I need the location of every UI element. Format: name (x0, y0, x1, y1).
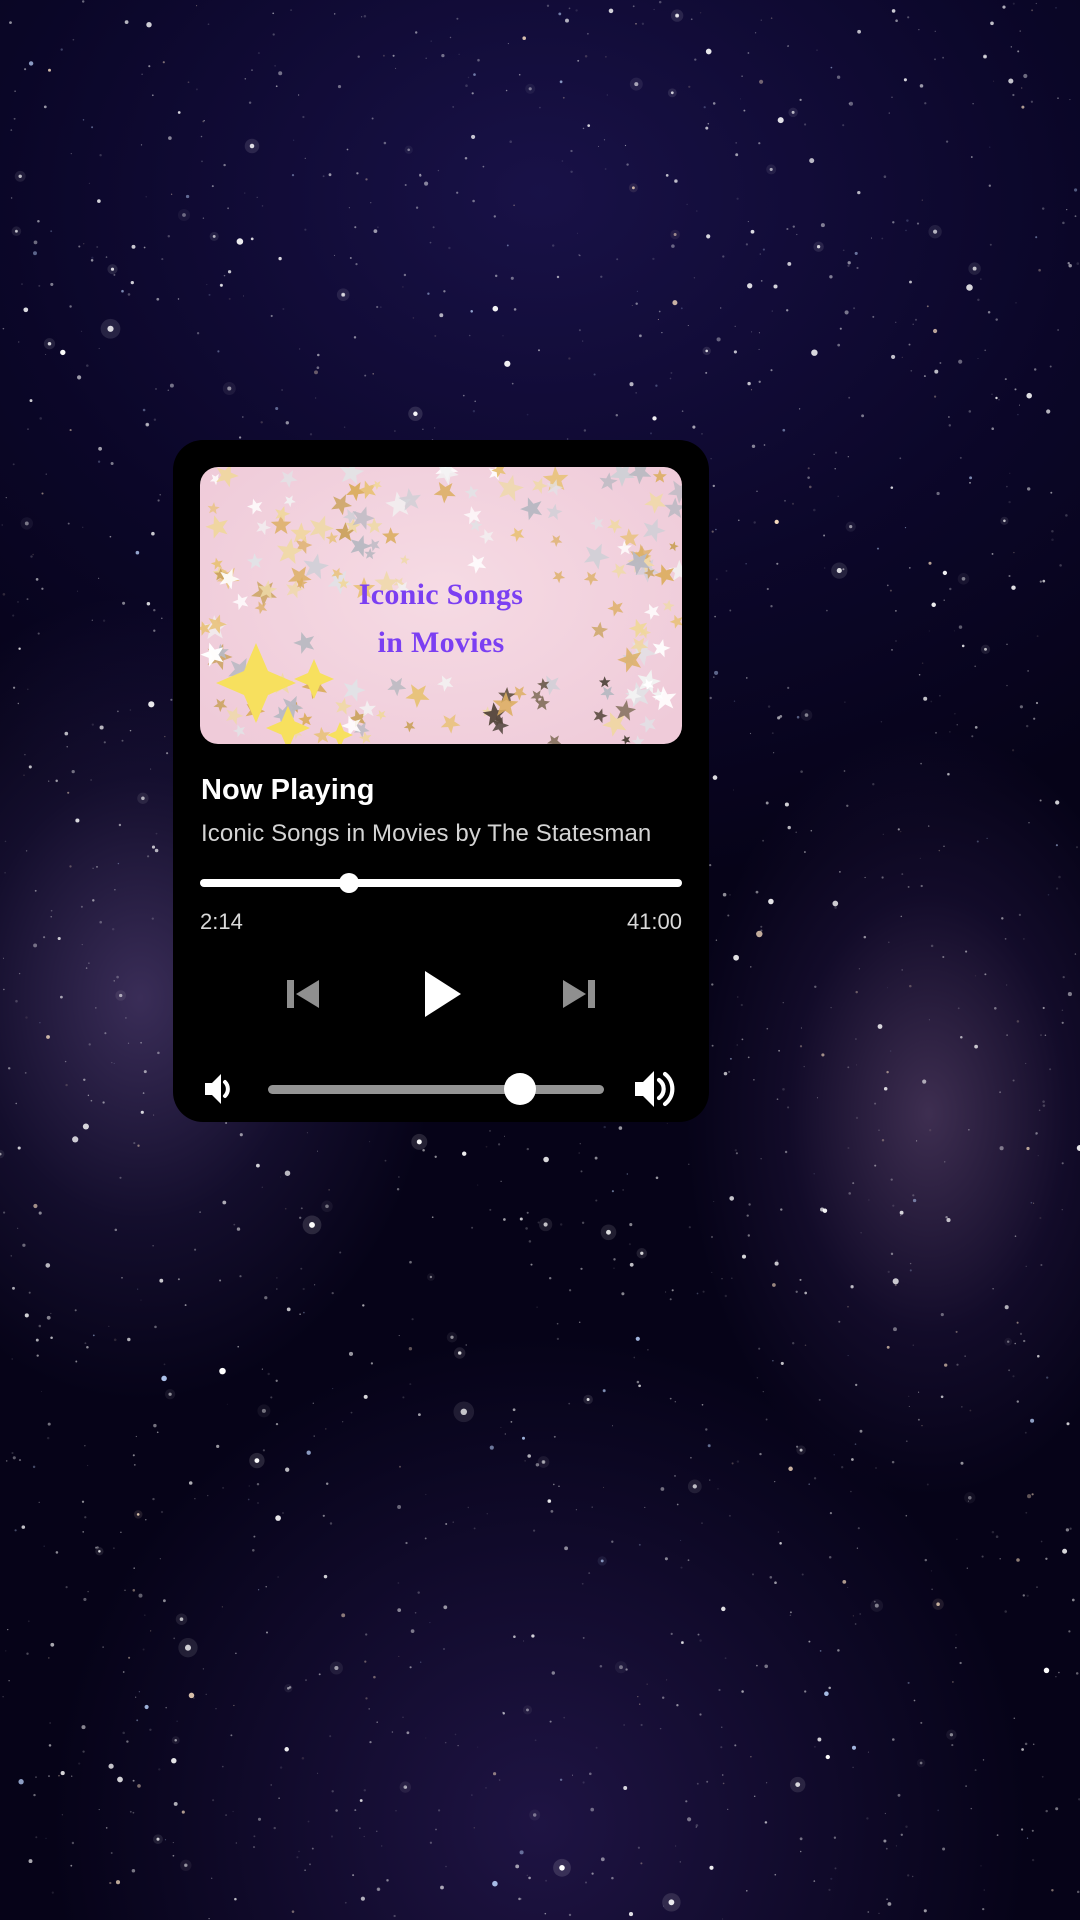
previous-track-icon (287, 980, 319, 1008)
volume-track[interactable] (268, 1085, 604, 1094)
current-time-label: 2:14 (200, 909, 243, 934)
progress-thumb[interactable] (339, 873, 360, 893)
now-playing-heading: Now Playing (201, 774, 375, 806)
progress-slider[interactable] (200, 873, 682, 893)
progress-track[interactable] (200, 879, 682, 887)
volume-slider[interactable] (268, 1073, 604, 1105)
previous-track-button[interactable] (280, 971, 326, 1017)
album-art[interactable]: Iconic Songs in Movies (200, 467, 682, 744)
volume-high-icon (635, 1071, 675, 1107)
play-button[interactable] (412, 965, 470, 1023)
next-track-button[interactable] (556, 971, 602, 1017)
volume-high-button[interactable] (630, 1063, 682, 1115)
volume-low-icon (205, 1074, 230, 1104)
play-icon (425, 971, 461, 1017)
volume-low-button[interactable] (200, 1068, 242, 1110)
album-art-title: Iconic Songs in Movies (200, 571, 682, 667)
album-art-title-line-1: Iconic Songs (358, 578, 524, 611)
next-track-icon (563, 980, 595, 1008)
volume-thumb[interactable] (504, 1073, 536, 1105)
total-time-label: 41:00 (626, 909, 682, 934)
album-art-title-line-2: in Movies (377, 626, 505, 659)
time-labels: 2:14 41:00 (200, 909, 682, 935)
track-info: Now Playing Iconic Songs in Movies by Th… (200, 744, 682, 848)
music-player-card: Iconic Songs in Movies Now Playing Iconi… (173, 440, 709, 1122)
playback-controls (200, 963, 682, 1025)
track-subtitle: Iconic Songs in Movies by The Statesman (201, 820, 652, 847)
volume-controls (200, 1063, 682, 1115)
